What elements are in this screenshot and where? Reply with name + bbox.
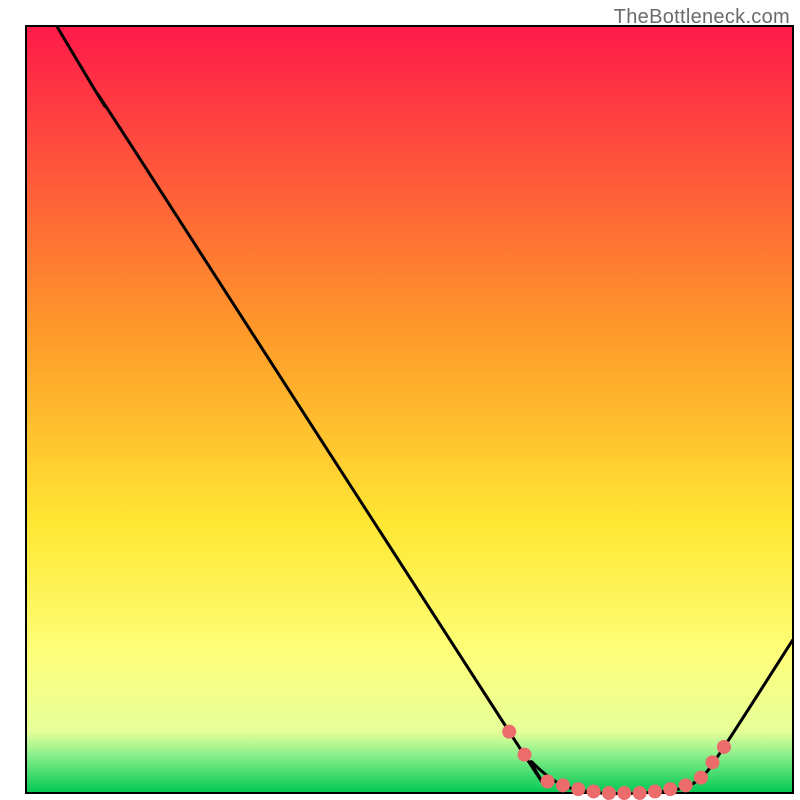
bottleneck-chart: TheBottleneck.com — [0, 0, 800, 800]
marker-dot — [502, 725, 516, 739]
marker-dot — [571, 782, 585, 796]
marker-dot — [518, 748, 532, 762]
marker-dot — [556, 778, 570, 792]
plot-background — [26, 26, 793, 793]
watermark-text: TheBottleneck.com — [614, 6, 790, 29]
marker-dot — [663, 782, 677, 796]
marker-dot — [602, 786, 616, 800]
chart-svg — [0, 0, 800, 800]
marker-dot — [705, 755, 719, 769]
marker-dot — [679, 778, 693, 792]
marker-dot — [617, 786, 631, 800]
marker-dot — [541, 774, 555, 788]
marker-dot — [648, 784, 662, 798]
marker-dot — [717, 740, 731, 754]
marker-dot — [633, 786, 647, 800]
marker-dot — [694, 771, 708, 785]
marker-dot — [587, 784, 601, 798]
